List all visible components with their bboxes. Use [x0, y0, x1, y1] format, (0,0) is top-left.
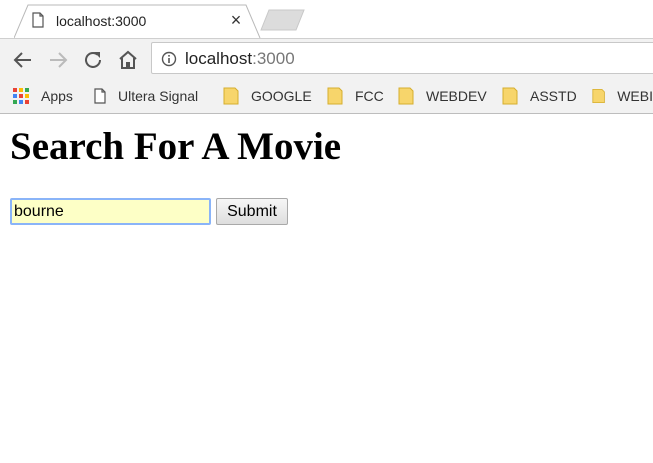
page-title: Search For A Movie — [10, 125, 342, 168]
bookmark-label: ASSTD — [530, 88, 577, 104]
url-port: :3000 — [252, 49, 295, 68]
bookmark-folder-asstd[interactable]: ASSTD — [502, 86, 577, 106]
folder-icon — [327, 87, 343, 105]
bookmark-label: FCC — [355, 88, 384, 104]
bookmark-label: WEBI — [617, 88, 653, 104]
url-host: localhost — [185, 49, 253, 68]
movie-search-input[interactable] — [10, 198, 211, 225]
folder-icon — [398, 87, 414, 105]
folder-icon — [592, 88, 605, 104]
tab-close-icon[interactable]: × — [227, 10, 245, 30]
address-bar[interactable]: localhost:3000 — [151, 42, 653, 74]
bookmark-label: WEBDEV — [426, 88, 487, 104]
info-icon[interactable] — [161, 51, 177, 67]
bookmark-folder-google[interactable]: GOOGLE — [223, 86, 312, 106]
tab-title: localhost:3000 — [56, 13, 147, 29]
bookmark-label: Ultera Signal — [118, 88, 199, 104]
folder-icon — [502, 87, 518, 105]
bookmark-label: GOOGLE — [251, 88, 312, 104]
bookmark-label: Apps — [41, 88, 73, 104]
bookmark-folder-webdev[interactable]: WEBDEV — [398, 86, 487, 106]
back-icon[interactable] — [11, 48, 35, 72]
bookmark-folder-fcc[interactable]: FCC — [327, 86, 384, 106]
submit-button[interactable]: Submit — [216, 198, 288, 225]
page-favicon-icon — [32, 12, 44, 28]
browser-toolbar: localhost:3000 — [0, 38, 653, 80]
apps-grid-icon — [13, 88, 29, 104]
folder-icon — [223, 87, 239, 105]
forward-icon[interactable] — [46, 48, 70, 72]
new-tab-button[interactable] — [260, 9, 306, 31]
bookmark-ultera-signal[interactable]: Ultera Signal — [94, 86, 198, 106]
bookmark-apps[interactable]: Apps — [13, 86, 73, 106]
home-icon[interactable] — [116, 48, 140, 72]
page-icon — [94, 88, 106, 104]
url-text: localhost:3000 — [185, 49, 295, 69]
reload-icon[interactable] — [81, 48, 105, 72]
bookmarks-bar: Apps Ultera Signal GOOGLE FCC WEBDEV ASS… — [0, 79, 653, 114]
bookmark-folder-webi[interactable]: WEBI — [592, 86, 653, 106]
browser-tab[interactable]: localhost:3000 × — [14, 4, 262, 38]
tab-strip: localhost:3000 × — [0, 0, 653, 38]
